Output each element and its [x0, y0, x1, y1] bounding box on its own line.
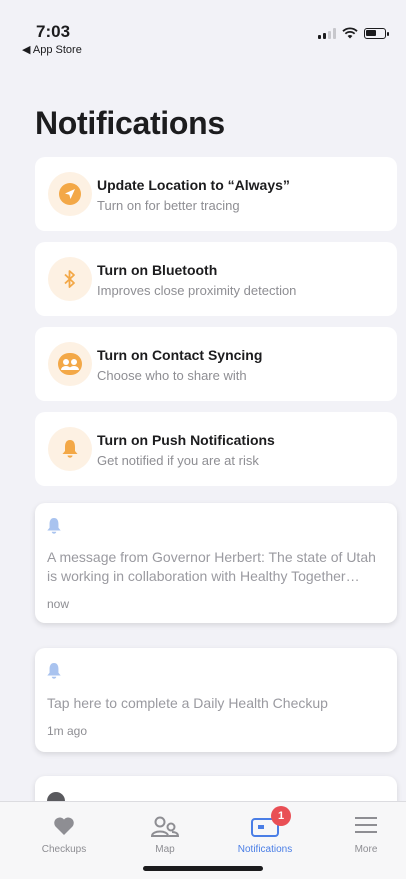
card-subtitle: Improves close proximity detection: [97, 283, 297, 298]
battery-icon: [364, 27, 389, 39]
card-title: Turn on Bluetooth: [97, 262, 218, 278]
tab-label: More: [354, 844, 378, 855]
governor-message-card[interactable]: A message from Governor Herbert: The sta…: [35, 503, 397, 623]
bluetooth-card[interactable]: Turn on Bluetooth Improves close proximi…: [35, 242, 397, 316]
status-time: 7:03: [36, 22, 71, 41]
status-bar: 7:03 ◀ App Store: [0, 0, 406, 66]
bell-icon-wrap: [48, 427, 92, 471]
card-title: Turn on Push Notifications: [97, 432, 275, 448]
location-arrow-icon: [59, 183, 81, 205]
tab-label: Notifications: [237, 844, 293, 855]
tab-notifications[interactable]: 1 Notifications: [215, 802, 315, 862]
menu-lines-icon: [355, 817, 377, 833]
notification-badge: 1: [271, 806, 291, 826]
card-subtitle: Get notified if you are at risk: [97, 453, 259, 468]
card-title: Turn on Contact Syncing: [97, 347, 263, 363]
wifi-icon: [342, 27, 358, 39]
bluetooth-icon-wrap: [48, 257, 92, 301]
tab-label: Checkups: [41, 844, 87, 855]
home-indicator: [143, 866, 263, 871]
heart-icon: [54, 817, 74, 835]
card-title: Update Location to “Always”: [97, 177, 290, 193]
tab-checkups[interactable]: Checkups: [14, 802, 114, 862]
status-icons: [318, 27, 389, 39]
tab-map[interactable]: Map: [115, 802, 215, 862]
signal-icon: [318, 27, 336, 39]
bluetooth-icon: [64, 270, 75, 288]
update-location-card[interactable]: Update Location to “Always” Turn on for …: [35, 157, 397, 231]
tab-label: Map: [155, 844, 175, 855]
bell-icon: [47, 518, 61, 534]
map-people-icon: [150, 816, 180, 837]
push-notifications-card[interactable]: Turn on Push Notifications Get notified …: [35, 412, 397, 486]
message-time: now: [47, 597, 70, 611]
location-icon-wrap: [48, 172, 92, 216]
card-subtitle: Turn on for better tracing: [97, 198, 240, 213]
message-text: Tap here to complete a Daily Health Chec…: [47, 695, 328, 711]
bell-icon: [47, 663, 61, 679]
health-checkup-message-card[interactable]: Tap here to complete a Daily Health Chec…: [35, 648, 397, 752]
contacts-icon-wrap: [48, 342, 92, 386]
message-time: 1m ago: [47, 724, 88, 738]
back-to-app-store-link[interactable]: ◀ App Store: [22, 43, 82, 56]
card-subtitle: Choose who to share with: [97, 368, 247, 383]
tab-more[interactable]: More: [316, 802, 406, 862]
contact-syncing-card[interactable]: Turn on Contact Syncing Choose who to sh…: [35, 327, 397, 401]
page-title: Notifications: [35, 105, 225, 141]
bell-icon: [62, 440, 78, 458]
contacts-icon: [58, 353, 82, 375]
message-text: A message from Governor Herbert: The sta…: [47, 549, 376, 584]
